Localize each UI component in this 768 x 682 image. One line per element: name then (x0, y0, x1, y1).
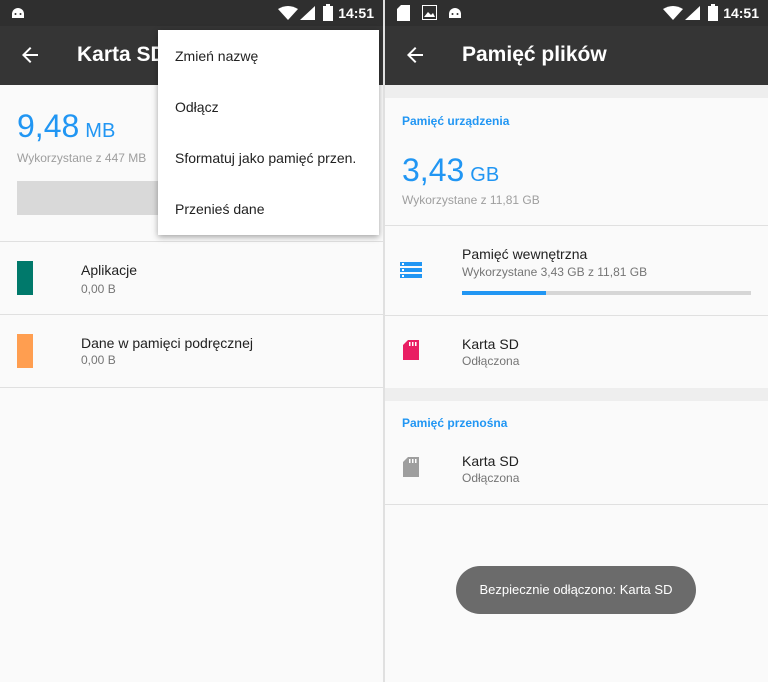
section-header-device: Pamięć urządzenia (402, 114, 510, 128)
used-value: 3,43 (402, 152, 465, 188)
right-screen: 14:51 Pamięć plików Pamięć urządzenia 3,… (385, 0, 768, 682)
section-gap (385, 85, 768, 98)
menu-item-rename[interactable]: Zmień nazwę (175, 48, 258, 64)
wifi-icon (663, 6, 683, 20)
wifi-icon (278, 6, 298, 20)
menu-item-unmount[interactable]: Odłącz (175, 99, 219, 115)
divider (385, 504, 768, 505)
overflow-menu: Zmień nazwę Odłącz Sformatuj jako pamięć… (158, 30, 379, 235)
used-caption: Wykorzystane z 11,81 GB (402, 193, 540, 207)
list-item-cache[interactable]: Dane w pamięci podręcznej 0,00 B (0, 315, 383, 387)
list-item-sd-card-internal[interactable]: Karta SD Odłączona (385, 316, 768, 388)
progress-fill (462, 291, 546, 295)
used-unit: MB (85, 120, 116, 142)
used-unit: GB (470, 164, 500, 186)
page-title: Pamięć plików (462, 43, 607, 66)
sd-card-icon (403, 340, 419, 360)
item-sub: Odłączona (462, 471, 520, 485)
menu-item-migrate-data[interactable]: Przenieś dane (175, 201, 265, 217)
item-value: 0,00 B (81, 282, 116, 296)
storage-icon (400, 262, 422, 278)
signal-icon (685, 6, 700, 20)
item-sub: Wykorzystane 3,43 GB z 11,81 GB (462, 265, 648, 279)
item-label: Pamięć wewnętrzna (462, 246, 588, 262)
used-amount: 9,48 MB (17, 108, 115, 145)
android-notification-icon (449, 8, 461, 18)
signal-icon (300, 6, 315, 20)
item-label: Aplikacje (81, 262, 138, 278)
toast-message: Bezpiecznie odłączono: Karta SD (456, 566, 696, 614)
clock: 14:51 (723, 5, 759, 21)
section-header-portable: Pamięć przenośna (402, 416, 508, 430)
sd-card-icon (403, 457, 419, 477)
color-swatch (17, 261, 33, 295)
image-notification-icon (422, 5, 437, 20)
battery-icon (323, 4, 333, 21)
progress-track (462, 291, 751, 295)
toolbar: Pamięć plików (385, 26, 768, 85)
color-swatch (17, 334, 33, 368)
list-item-sd-card-portable[interactable]: Karta SD Odłączona (385, 433, 768, 504)
item-label: Dane w pamięci podręcznej (81, 335, 253, 351)
divider (0, 387, 383, 388)
page-title: Karta SD (77, 43, 166, 66)
android-notification-icon (12, 8, 24, 18)
status-bar: 14:51 (385, 0, 768, 26)
item-sub: Odłączona (462, 354, 520, 368)
used-value: 9,48 (17, 108, 80, 144)
list-item-internal-storage[interactable]: Pamięć wewnętrzna Wykorzystane 3,43 GB z… (385, 226, 768, 315)
menu-item-format-portable[interactable]: Sformatuj jako pamięć przen. (175, 150, 356, 166)
item-label: Karta SD (462, 453, 519, 469)
sd-card-notification-icon (397, 5, 410, 21)
clock: 14:51 (338, 5, 374, 21)
item-label: Karta SD (462, 336, 519, 352)
battery-icon (708, 4, 718, 21)
left-screen: 14:51 Karta SD 9,48 MB Wykorzystane z 447… (0, 0, 383, 682)
list-item-apps[interactable]: Aplikacje 0,00 B (0, 242, 383, 314)
used-amount: 3,43 GB (402, 152, 499, 189)
status-bar: 14:51 (0, 0, 383, 26)
back-arrow-icon[interactable] (403, 43, 427, 67)
used-caption: Wykorzystane z 447 MB (17, 151, 147, 165)
back-arrow-icon[interactable] (18, 43, 42, 67)
item-value: 0,00 B (81, 353, 116, 367)
section-gap (385, 388, 768, 401)
